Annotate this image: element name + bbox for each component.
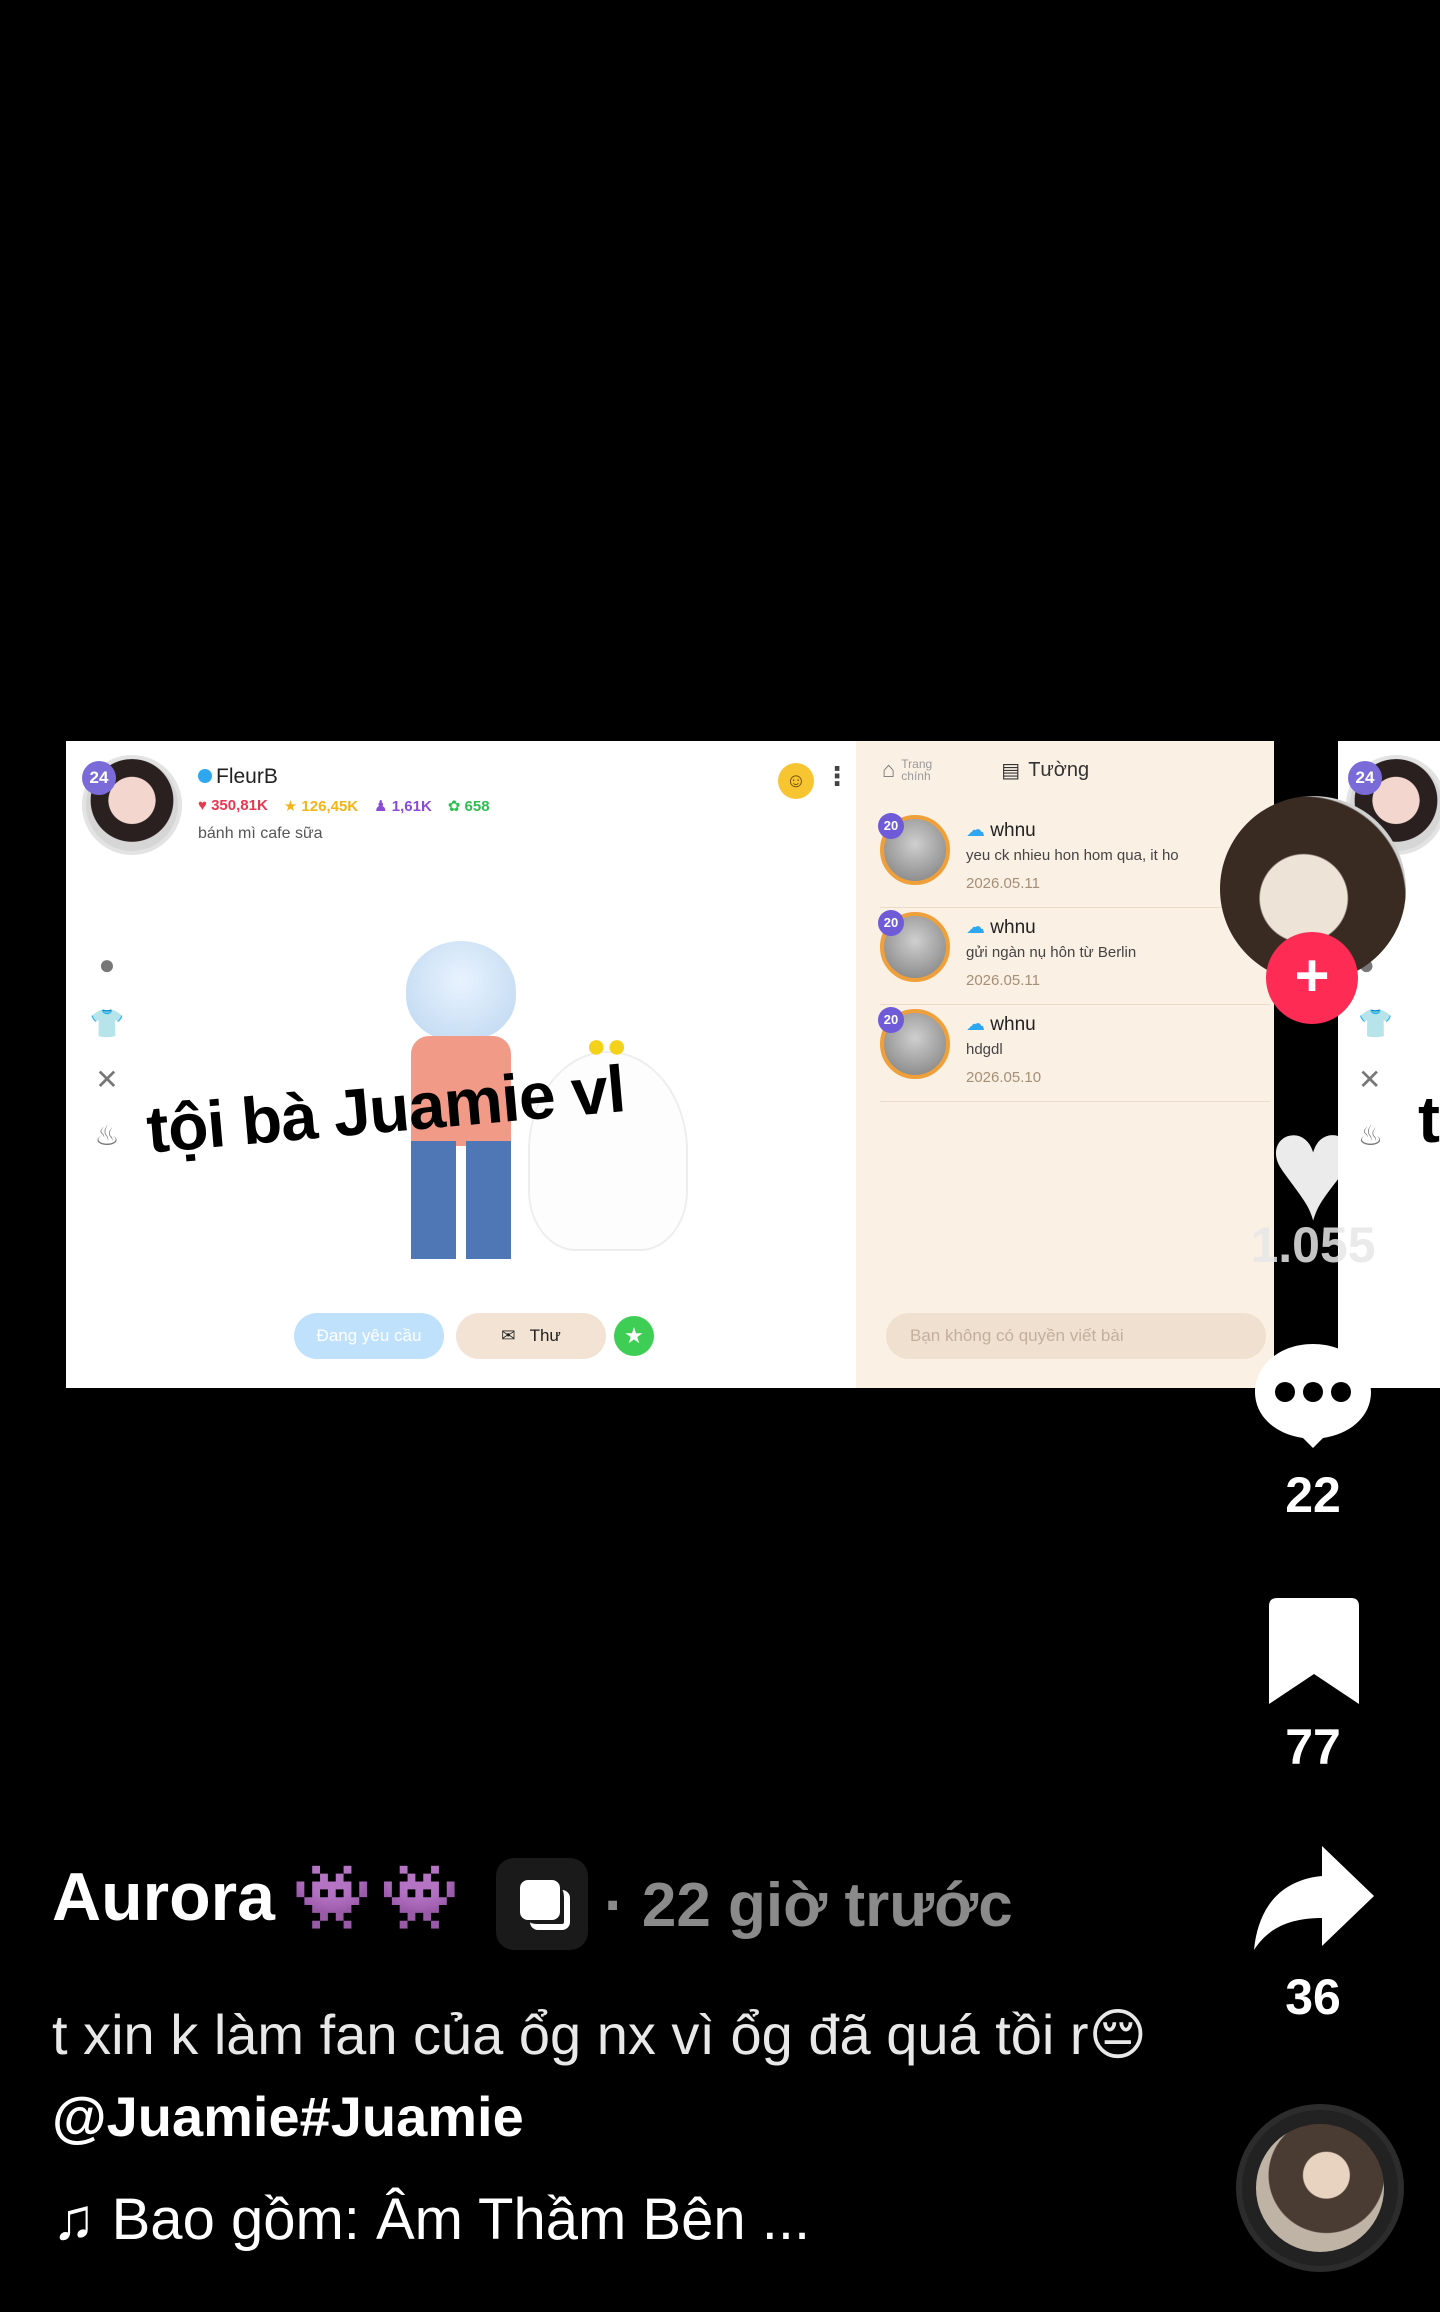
stat-people: ♟ 1,61K [374,798,432,815]
stat-stars: ★ 126,45K [283,798,359,815]
post-level-badge: 20 [878,1007,904,1033]
home-icon: ⌂ [882,757,896,782]
tab-wall: ▤ Tường [1001,758,1089,783]
comment-count: 22 [1285,1467,1341,1523]
share-count: 36 [1285,1969,1341,2025]
profile-name-text: FleurB [216,765,278,788]
post-date: 2026.05.11 [966,972,1040,989]
wall-panel: ⌂ Trang chính ▤ Tường 20 ☁ whnu yeu ck n… [856,741,1274,1388]
emoji-icon: ☺ [778,763,814,799]
follow-button[interactable]: + [1266,932,1358,1024]
star-icon: ★ [614,1316,654,1356]
cloud-icon: ☁ [966,820,985,841]
stat-stars-value: 126,45K [301,798,359,815]
author-name[interactable]: Aurora [52,1858,275,1936]
stat-hearts-value: 350,81K [211,797,268,814]
like-count: 1.055 [1250,1217,1376,1273]
bookmark-icon[interactable] [1267,1596,1361,1708]
video-frame[interactable]: 24 FleurB ♥ 350,81K ★ 126,45K ♟ 1,61K ✿ … [66,741,1274,1388]
stat-clover-value: 658 [464,798,490,815]
wall-post: 20 ☁ whnu yeu ck nhieu hon hom qua, it h… [878,811,1270,908]
tab-home: ⌂ Trang chính [882,757,961,783]
music-title: Bao gồm: Âm Thầm Bên ... [111,2187,811,2252]
character-legs [411,1141,511,1259]
post-date: 2026.05.10 [966,1069,1042,1086]
shirt-icon: 👕 [1358,1008,1393,1039]
cloud-icon: ☁ [966,917,985,938]
shirt-icon: 👕 [89,1008,125,1039]
post-text: hdgdl [966,1041,1003,1058]
profile-panel: 24 FleurB ♥ 350,81K ★ 126,45K ♟ 1,61K ✿ … [66,741,856,1388]
time-ago: · 22 giờ trước [604,1871,1013,1940]
post-author-name: whnu [990,820,1036,841]
cake-icon: ♨ [94,1120,120,1151]
cloud-icon: ☁ [966,1014,985,1035]
post-date: 2026.05.11 [966,875,1040,892]
tab-home-label: Trang chính [901,757,933,783]
post-author: ☁ whnu [966,1013,1036,1036]
wall-post: 20 ☁ whnu gửi ngàn nụ hôn từ Berlin 2026… [878,908,1270,1005]
video-caption[interactable]: t xin k làm fan của ổg nx vì ổg đã quá t… [52,1994,1172,2158]
mail-button-label: Thư [529,1326,561,1345]
post-level-badge: 20 [878,813,904,839]
music-note-icon: ♫ [52,2187,96,2252]
author-emoji: 👾👾 [292,1861,468,1933]
wall-post: 20 ☁ whnu hdgdl 2026.05.10 [878,1005,1270,1102]
profile-stats: ♥ 350,81K ★ 126,45K ♟ 1,61K ✿ 658 [198,797,490,815]
post-text: yeu ck nhieu hon hom qua, it ho [966,847,1179,864]
post-text: gửi ngàn nụ hôn từ Berlin [966,944,1137,961]
more-options-icon: ⋮ [824,761,850,791]
caption-text: t xin k làm fan của ổg nx vì ổg đã quá t… [52,2003,1147,2066]
notepad-icon: ▤ [1001,759,1021,782]
share-icon[interactable] [1250,1842,1378,1958]
music-info[interactable]: ♫ Bao gồm: Âm Thầm Bên ... [52,2186,810,2253]
music-disc[interactable] [1236,2104,1404,2272]
stat-people-value: 1,61K [391,798,432,815]
bookmark-count: 77 [1285,1719,1341,1775]
stat-hearts: ♥ 350,81K [198,797,268,814]
post-author: ☁ whnu [966,819,1036,842]
post-level-badge: 20 [878,910,904,936]
mail-button: ✉ Thư [456,1313,606,1359]
profile-name: FleurB [198,765,278,789]
music-cover [1256,2124,1384,2252]
comment-icon[interactable] [1251,1340,1375,1450]
wrench-icon: ✕ [95,1064,119,1095]
mention-link[interactable]: @Juamie [52,2085,300,2148]
repost-icon-front [520,1880,560,1920]
post-author: ☁ whnu [966,916,1036,939]
stat-clover: ✿ 658 [447,798,490,815]
friend-avatar-icon: ● [98,949,116,980]
peek-level-badge: 24 [1348,761,1382,795]
post-author-name: whnu [990,1014,1036,1035]
hashtag-link[interactable]: #Juamie [300,2085,524,2148]
repost-icon[interactable] [496,1858,588,1950]
level-badge: 24 [82,761,116,795]
tab-wall-label: Tường [1028,758,1090,781]
post-author-name: whnu [990,917,1036,938]
wall-tabs: ⌂ Trang chính ▤ Tường [882,757,1089,783]
character-head [406,941,516,1041]
request-button: Đang yêu cầu [294,1313,444,1359]
peek-overlay-text: t [1418,1082,1440,1156]
no-permission-field: Bạn không có quyền viết bài [886,1313,1266,1359]
water-drop-icon [198,769,212,783]
profile-bio: bánh mì cafe sữa [198,825,323,842]
